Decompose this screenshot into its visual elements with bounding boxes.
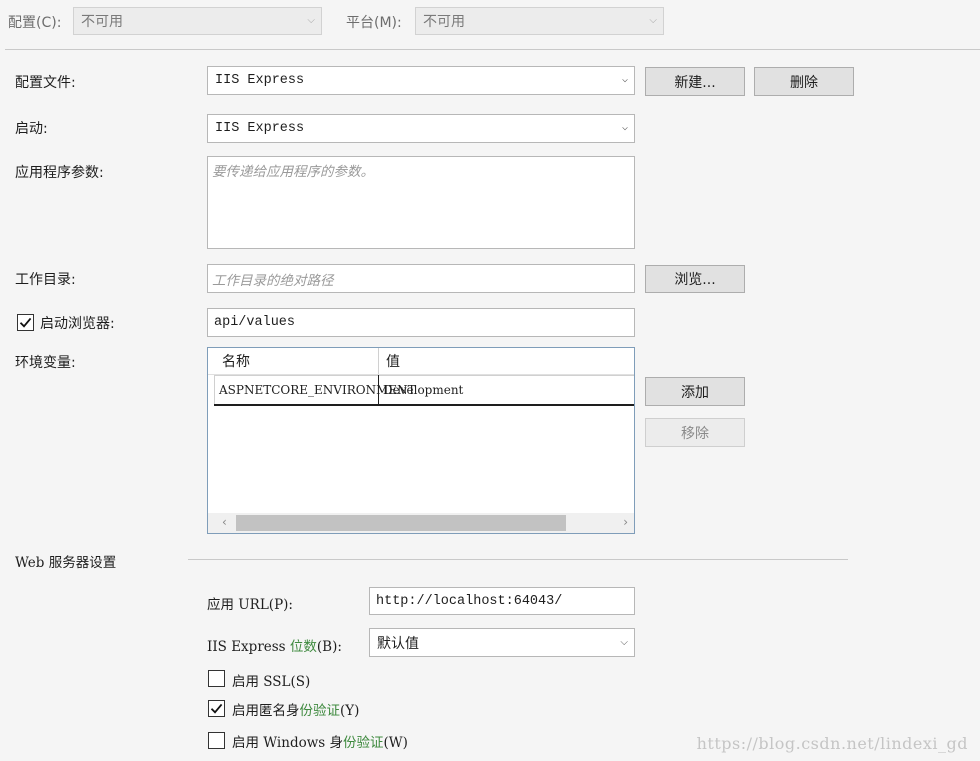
env-vars-col-value[interactable]: 值 [378,348,628,374]
anon-auth-label-prefix: 启用匿名身 [232,703,300,719]
platform-value: 不可用 [423,14,465,30]
remove-env-var-button[interactable]: 移除 [645,418,745,447]
enable-windows-auth-checkbox[interactable] [208,732,225,749]
env-vars-header: 名称 值 [208,348,634,375]
anon-auth-label-highlight: 份验证 [299,703,341,719]
working-dir-input[interactable]: 工作目录的绝对路径 [207,264,635,293]
profile-label: 配置文件: [15,75,76,91]
enable-ssl-label: 启用 SSL(S) [232,674,311,690]
horizontal-scrollbar[interactable]: ‹ › [208,513,634,533]
bitness-label-prefix: IIS Express [207,639,290,655]
bitness-label-suffix: (B): [316,639,342,655]
profile-select[interactable]: IIS Express ⌵ [207,66,635,95]
bitness-value: 默认值 [377,635,419,652]
chevron-down-icon: ⌵ [649,15,657,26]
launch-browser-checkbox[interactable] [17,314,34,331]
launch-browser-label: 启动浏览器: [40,316,115,332]
enable-windows-auth-label: 启用 Windows 身份验证(W) [232,731,408,751]
app-url-value: http://localhost:64043/ [376,593,563,609]
env-vars-grid[interactable]: 名称 值 ASPNETCORE_ENVIRONMENT Development … [207,347,635,534]
add-env-var-button[interactable]: 添加 [645,377,745,406]
bitness-label: IIS Express 位数(B): [207,635,342,655]
win-auth-label-suffix: (W) [383,735,408,751]
enable-anon-auth-checkbox[interactable] [208,700,225,717]
platform-label: 平台(M): [346,15,402,31]
chevron-down-icon: ⌵ [621,74,628,86]
check-icon [210,703,223,714]
profile-value: IIS Express [215,73,305,88]
enable-anon-auth-label: 启用匿名身份验证(Y) [232,699,359,719]
launch-value: IIS Express [215,121,305,136]
check-icon [19,317,32,328]
chevron-down-icon: ⌵ [620,636,628,648]
scrollbar-thumb[interactable] [236,515,566,531]
new-profile-button[interactable]: 新建... [645,67,745,96]
chevron-down-icon: ⌵ [307,15,315,26]
anon-auth-label-suffix: (Y) [340,703,360,719]
env-var-name-cell[interactable]: ASPNETCORE_ENVIRONMENT [214,375,416,404]
launch-select[interactable]: IIS Express ⌵ [207,114,635,143]
launch-browser-url-input[interactable]: api/values [207,308,635,337]
top-divider [5,49,980,50]
delete-profile-button[interactable]: 删除 [754,67,854,96]
app-url-input[interactable]: http://localhost:64043/ [369,587,635,615]
app-url-label: 应用 URL(P): [207,597,293,613]
working-dir-label: 工作目录: [15,272,76,288]
launch-label: 启动: [15,121,48,137]
config-value: 不可用 [81,14,123,30]
win-auth-label-prefix: 启用 Windows 身 [232,735,343,751]
app-args-textarea[interactable]: 要传递给应用程序的参数。 [207,156,635,249]
chevron-right-icon[interactable]: › [623,515,628,529]
launch-browser-url-value: api/values [214,315,296,330]
web-server-section-title: Web 服务器设置 [15,555,117,571]
watermark: https://blog.csdn.net/lindexi_gd [696,734,968,753]
browse-button[interactable]: 浏览... [645,265,745,293]
table-row[interactable]: ASPNETCORE_ENVIRONMENT Development [214,375,634,406]
section-divider [188,559,848,560]
env-vars-col-name[interactable]: 名称 [214,348,378,374]
config-label: 配置(C): [8,15,62,31]
config-select[interactable]: 不可用 ⌵ [73,7,322,35]
app-args-label: 应用程序参数: [15,165,104,181]
win-auth-label-highlight: 份验证 [343,735,384,751]
env-var-value-cell[interactable]: Development [379,375,634,404]
app-args-placeholder: 要传递给应用程序的参数。 [212,164,374,180]
enable-ssl-checkbox[interactable] [208,670,225,687]
working-dir-placeholder: 工作目录的绝对路径 [212,272,334,289]
env-vars-label: 环境变量: [15,355,76,371]
bitness-select[interactable]: 默认值 ⌵ [369,628,635,657]
platform-select[interactable]: 不可用 ⌵ [415,7,664,35]
chevron-left-icon[interactable]: ‹ [222,515,227,529]
bitness-label-highlight: 位数 [289,639,317,655]
chevron-down-icon: ⌵ [621,122,628,134]
